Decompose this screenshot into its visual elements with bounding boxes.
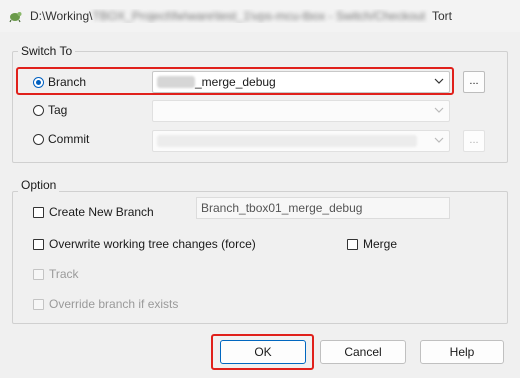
new-branch-name-field[interactable]: Branch_tbox01_merge_debug [196,197,450,219]
tag-combo[interactable] [152,100,450,122]
option-label: Option [18,178,60,192]
checkbox-icon [33,298,44,310]
radio-unchecked-icon [33,133,44,145]
help-button[interactable]: Help [420,340,504,364]
override-branch-checkbox[interactable]: Override branch if exists [33,297,178,311]
track-checkbox[interactable]: Track [33,267,79,281]
window-title: D:\Working\TBOX_Project\fw\ware\test_1\v… [30,9,452,23]
branch-combo[interactable]: _merge_debug [152,71,450,93]
create-new-branch-checkbox[interactable]: Create New Branch [33,205,154,219]
commit-combo[interactable] [152,130,450,152]
checkbox-icon [33,206,44,218]
commit-radio[interactable]: Commit [33,132,89,146]
redacted-text [157,76,195,88]
branch-browse-button[interactable]: ... [463,71,485,93]
checkbox-icon [347,238,358,250]
switch-to-label: Switch To [18,44,76,58]
chevron-down-icon [434,78,444,84]
radio-checked-icon [33,76,44,88]
checkbox-icon [33,238,44,250]
chevron-down-icon [434,137,444,143]
radio-unchecked-icon [33,104,44,116]
tortoisegit-icon [9,12,22,23]
commit-browse-button[interactable]: ... [463,130,485,152]
branch-combo-value: _merge_debug [157,75,276,89]
redacted-text [157,135,417,147]
title-bar: D:\Working\TBOX_Project\fw\ware\test_1\v… [0,0,520,32]
chevron-down-icon [434,107,444,113]
checkbox-icon [33,268,44,280]
merge-checkbox[interactable]: Merge [347,237,397,251]
overwrite-checkbox[interactable]: Overwrite working tree changes (force) [33,237,256,251]
ok-button[interactable]: OK [220,340,306,364]
tag-radio[interactable]: Tag [33,103,67,117]
branch-radio[interactable]: Branch [33,75,86,89]
cancel-button[interactable]: Cancel [320,340,406,364]
